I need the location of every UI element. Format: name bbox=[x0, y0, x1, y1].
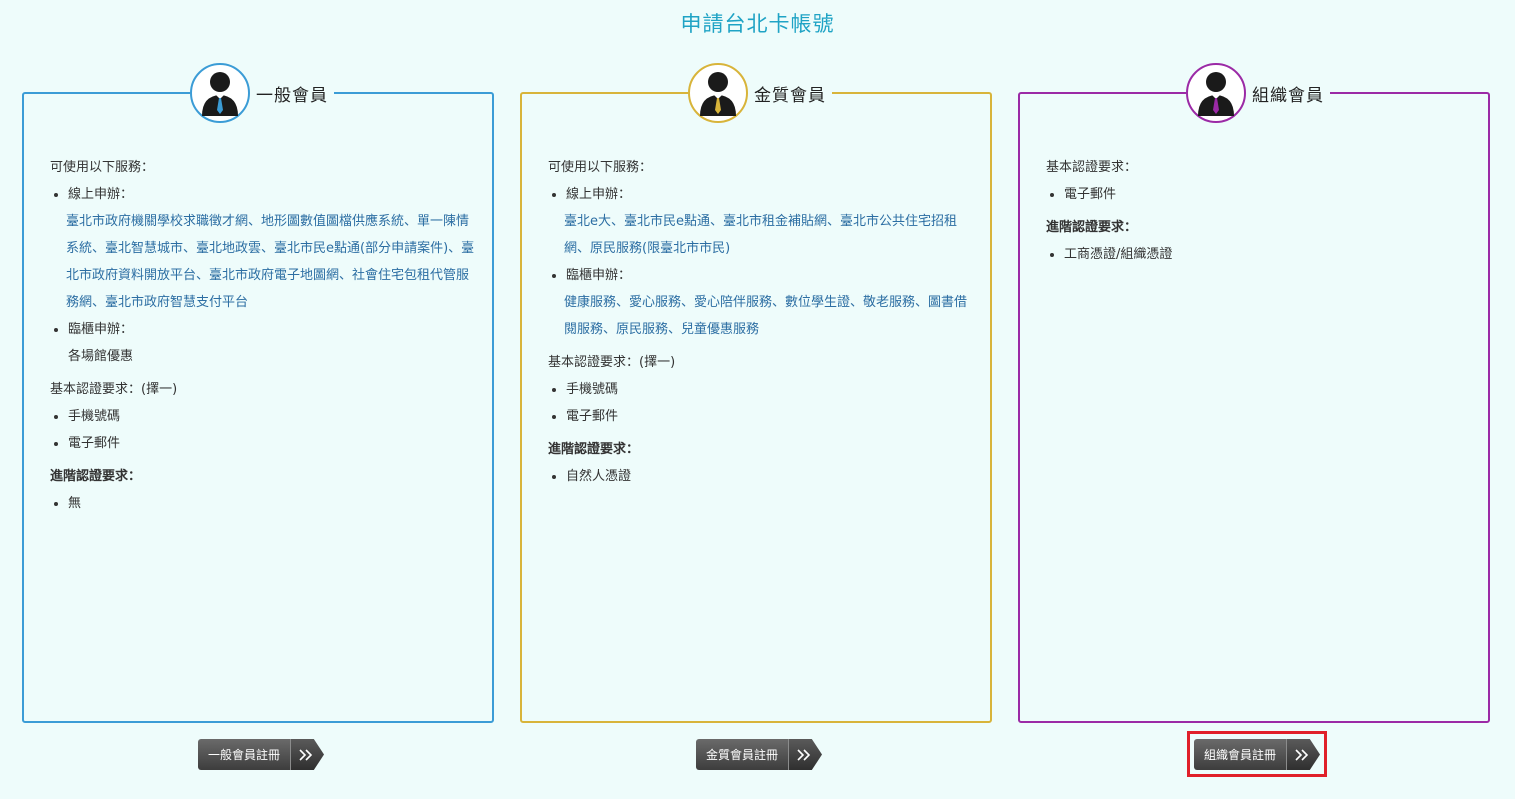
card-title: 組織會員 bbox=[1252, 85, 1324, 106]
button-label: 組織會員註冊 bbox=[1194, 739, 1287, 770]
organization-member-register-button[interactable]: 組織會員註冊 bbox=[1194, 739, 1321, 770]
counter-label: 臨櫃申辦： bbox=[566, 268, 632, 283]
online-services-links[interactable]: 臺北市政府機關學校求職徵才網、地形圖數值圖檔供應系統、單一陳情系統、臺北智慧城市… bbox=[66, 208, 476, 316]
card-general-member: 一般會員 可使用以下服務： 線上申辦： 臺北市政府機關學校求職徵才網、地形圖數值… bbox=[22, 63, 494, 723]
advanced-auth-heading: 進階認證要求： bbox=[50, 469, 142, 484]
button-label: 一般會員註冊 bbox=[198, 739, 291, 770]
user-avatar-icon bbox=[1186, 63, 1246, 123]
card-header: 金質會員 bbox=[688, 63, 832, 123]
double-chevron-right-icon bbox=[788, 739, 823, 770]
list-item: 無 bbox=[68, 490, 476, 517]
general-member-register-button[interactable]: 一般會員註冊 bbox=[198, 739, 325, 770]
button-label: 金質會員註冊 bbox=[696, 739, 789, 770]
user-avatar-icon bbox=[688, 63, 748, 123]
online-label: 線上申辦： bbox=[68, 187, 134, 202]
card-header: 組織會員 bbox=[1186, 63, 1330, 123]
card-title: 一般會員 bbox=[256, 85, 328, 106]
basic-auth-heading: 基本認證要求： bbox=[1046, 160, 1138, 175]
advanced-auth-list: 自然人憑證 bbox=[548, 463, 974, 490]
list-item: 自然人憑證 bbox=[566, 463, 974, 490]
advanced-auth-heading: 進階認證要求： bbox=[548, 442, 640, 457]
list-item: 線上申辦： 臺北e大、臺北市民e點通、臺北市租金補貼網、臺北市公共住宅招租網、原… bbox=[564, 181, 974, 262]
double-chevron-right-icon bbox=[1286, 739, 1321, 770]
online-label: 線上申辦： bbox=[566, 187, 632, 202]
basic-auth-list: 手機號碼 電子郵件 bbox=[548, 376, 974, 430]
services-list: 線上申辦： 臺北e大、臺北市民e點通、臺北市租金補貼網、臺北市公共住宅招租網、原… bbox=[548, 181, 974, 343]
list-item: 手機號碼 bbox=[68, 403, 476, 430]
card-gold-member: 金質會員 可使用以下服務： 線上申辦： 臺北e大、臺北市民e點通、臺北市租金補貼… bbox=[520, 63, 992, 723]
list-item: 手機號碼 bbox=[566, 376, 974, 403]
basic-auth-list: 手機號碼 電子郵件 bbox=[50, 403, 476, 457]
services-list: 線上申辦： 臺北市政府機關學校求職徵才網、地形圖數值圖檔供應系統、單一陳情系統、… bbox=[50, 181, 476, 370]
advanced-auth-list: 無 bbox=[50, 490, 476, 517]
double-chevron-right-icon bbox=[290, 739, 325, 770]
list-item: 臨櫃申辦： 各場館優惠 bbox=[68, 316, 476, 370]
user-avatar-icon bbox=[190, 63, 250, 123]
card-content: 可使用以下服務： 線上申辦： 臺北e大、臺北市民e點通、臺北市租金補貼網、臺北市… bbox=[548, 154, 974, 490]
card-organization-member: 組織會員 基本認證要求： 電子郵件 進階認證要求： 工商憑證/組織憑證 bbox=[1018, 63, 1490, 723]
counter-value: 各場館優惠 bbox=[68, 349, 134, 364]
basic-auth-heading: 基本認證要求：(擇一) bbox=[548, 355, 676, 370]
online-services-links[interactable]: 臺北e大、臺北市民e點通、臺北市租金補貼網、臺北市公共住宅招租網、原民服務(限臺… bbox=[564, 208, 974, 262]
list-item: 電子郵件 bbox=[1064, 181, 1472, 208]
list-item: 電子郵件 bbox=[68, 430, 476, 457]
list-item: 線上申辦： 臺北市政府機關學校求職徵才網、地形圖數值圖檔供應系統、單一陳情系統、… bbox=[66, 181, 476, 316]
list-item: 臨櫃申辦： 健康服務、愛心服務、愛心陪伴服務、數位學生證、敬老服務、圖書借閱服務… bbox=[564, 262, 974, 343]
counter-label: 臨櫃申辦： bbox=[68, 322, 134, 337]
advanced-auth-list: 工商憑證/組織憑證 bbox=[1046, 241, 1472, 268]
services-heading: 可使用以下服務： bbox=[548, 160, 653, 175]
gold-member-register-button[interactable]: 金質會員註冊 bbox=[696, 739, 823, 770]
counter-services-links[interactable]: 健康服務、愛心服務、愛心陪伴服務、數位學生證、敬老服務、圖書借閱服務、原民服務、… bbox=[564, 289, 974, 343]
page-title: 申請台北卡帳號 bbox=[680, 12, 835, 36]
basic-auth-list: 電子郵件 bbox=[1046, 181, 1472, 208]
list-item: 電子郵件 bbox=[566, 403, 974, 430]
services-heading: 可使用以下服務： bbox=[50, 160, 155, 175]
advanced-auth-heading: 進階認證要求： bbox=[1046, 220, 1138, 235]
card-header: 一般會員 bbox=[190, 63, 334, 123]
card-content: 基本認證要求： 電子郵件 進階認證要求： 工商憑證/組織憑證 bbox=[1046, 154, 1472, 268]
basic-auth-heading: 基本認證要求：(擇一) bbox=[50, 382, 178, 397]
card-content: 可使用以下服務： 線上申辦： 臺北市政府機關學校求職徵才網、地形圖數值圖檔供應系… bbox=[50, 154, 476, 517]
list-item: 工商憑證/組織憑證 bbox=[1064, 241, 1472, 268]
card-title: 金質會員 bbox=[754, 85, 826, 106]
